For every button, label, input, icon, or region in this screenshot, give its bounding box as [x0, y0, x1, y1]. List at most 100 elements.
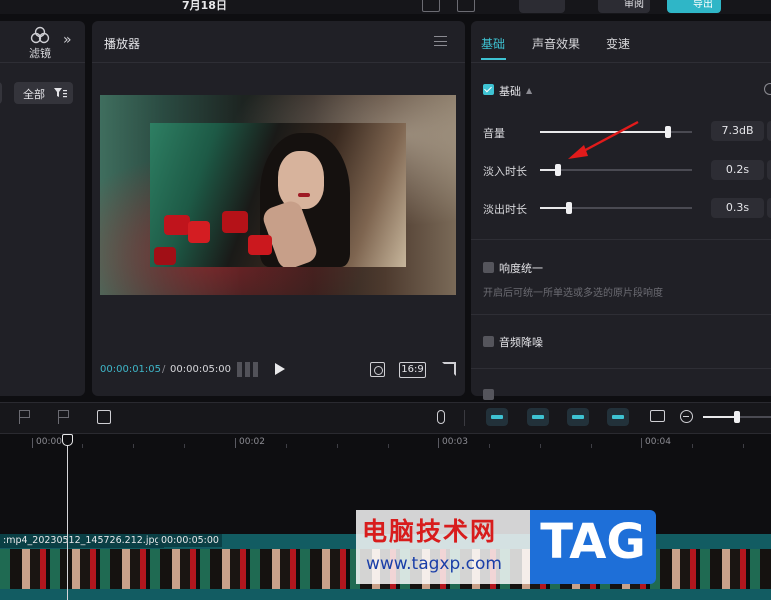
review-button[interactable]: 审阅	[598, 0, 650, 13]
ruler-minor-tick	[82, 444, 83, 448]
fade-out-slider[interactable]	[540, 202, 692, 214]
category-pill[interactable]	[0, 82, 2, 104]
flag-icon[interactable]	[19, 410, 33, 424]
waveform-icon[interactable]	[237, 362, 259, 377]
ruler-tick	[235, 438, 236, 448]
expand-icon[interactable]: »	[63, 32, 72, 48]
zoom-slider[interactable]	[703, 411, 771, 423]
fade-out-stepper[interactable]	[767, 198, 771, 218]
fade-out-slider-knob[interactable]	[565, 202, 572, 214]
media-panel	[0, 21, 85, 396]
aspect-ratio-button[interactable]: 16:9	[399, 362, 426, 378]
volume-label: 音量	[483, 127, 505, 140]
zoom-slider-knob[interactable]	[734, 411, 740, 423]
linkage-button[interactable]	[567, 408, 589, 426]
ruler-tick	[641, 438, 642, 448]
shortcut-icon[interactable]	[422, 0, 440, 12]
fade-in-value-field[interactable]: 0.2s	[711, 160, 764, 180]
video-content	[188, 221, 210, 243]
clip-duration: 00:00:05:00	[158, 534, 222, 547]
vip-button[interactable]	[519, 0, 565, 13]
video-content	[222, 211, 248, 233]
fade-in-stepper[interactable]	[767, 160, 771, 180]
export-button[interactable]: 导出	[667, 0, 721, 13]
ruler-tick	[438, 438, 439, 448]
divider	[471, 368, 771, 369]
fade-in-slider[interactable]	[540, 164, 692, 176]
funnel-icon	[54, 88, 67, 98]
layout-icon[interactable]	[457, 0, 475, 12]
ruler-minor-tick	[743, 444, 744, 448]
freeze-frame-icon[interactable]	[97, 410, 111, 424]
watermark-title: 电脑技术网	[362, 517, 498, 546]
ruler-label: 00:02	[239, 437, 265, 447]
playhead-handle[interactable]	[62, 434, 73, 446]
volume-stepper[interactable]	[767, 121, 771, 141]
basic-section-label: 基础	[499, 85, 521, 98]
flag-icon[interactable]	[58, 410, 72, 424]
linkage-icon	[572, 415, 584, 419]
watermark-logo: TAG	[530, 510, 656, 584]
ruler-minor-tick	[489, 444, 490, 448]
tab-speed[interactable]: 变速	[606, 35, 630, 52]
filter-all-button[interactable]: 全部	[14, 82, 73, 104]
export-label: 导出	[693, 0, 713, 10]
zoom-out-icon[interactable]	[680, 410, 693, 423]
ruler-tick	[32, 438, 33, 448]
ruler-label: 00:03	[442, 437, 468, 447]
ruler-minor-tick	[388, 444, 389, 448]
divider	[471, 239, 771, 240]
watermark: 电脑技术网 www.tagxp.com TAG	[356, 510, 656, 584]
fade-in-slider-knob[interactable]	[555, 164, 562, 176]
split-icon	[612, 415, 624, 419]
review-label: 审阅	[624, 0, 644, 10]
collapse-caret-icon[interactable]: ▲	[526, 86, 532, 95]
filters-icon	[30, 26, 50, 44]
video-content	[278, 151, 324, 209]
volume-value-field[interactable]: 7.3dB	[711, 121, 764, 141]
ruler-minor-tick	[337, 444, 338, 448]
channel-checkbox[interactable]	[483, 389, 494, 400]
tab-basic[interactable]: 基础	[481, 35, 505, 52]
snap-button[interactable]	[527, 408, 549, 426]
microphone-icon[interactable]	[437, 410, 445, 424]
playhead[interactable]	[67, 440, 68, 600]
video-content	[154, 247, 176, 265]
video-content	[164, 215, 190, 235]
clip-name: :mp4_20230512_145726.212.jpg	[0, 534, 164, 548]
reset-icon[interactable]	[764, 83, 771, 95]
video-content	[298, 193, 310, 197]
split-button[interactable]	[607, 408, 629, 426]
ruler-minor-tick	[591, 444, 592, 448]
fade-in-label: 淡入时长	[483, 165, 527, 178]
tab-indicator	[481, 58, 506, 60]
divider	[0, 62, 85, 63]
link-icon	[491, 415, 503, 419]
fit-view-icon[interactable]	[370, 362, 385, 377]
basic-checkbox[interactable]	[483, 84, 494, 95]
menu-icon[interactable]	[434, 36, 447, 46]
preview-axis-icon[interactable]	[650, 410, 665, 422]
fade-out-value-field[interactable]: 0.3s	[711, 198, 764, 218]
loudness-checkbox[interactable]	[483, 262, 494, 273]
watermark-panel: 电脑技术网 www.tagxp.com	[356, 510, 530, 584]
volume-slider-knob[interactable]	[664, 126, 671, 138]
ruler-minor-tick	[692, 444, 693, 448]
watermark-tag: TAG	[540, 514, 646, 570]
ruler-label: 00:04	[645, 437, 671, 447]
ruler-minor-tick	[133, 444, 134, 448]
video-preview[interactable]	[150, 123, 406, 267]
play-icon[interactable]	[275, 363, 285, 375]
ruler-minor-tick	[540, 444, 541, 448]
tab-sound-effects[interactable]: 声音效果	[532, 35, 580, 52]
project-date: 7月18日	[182, 0, 227, 12]
filters-tab[interactable]: 滤镜	[27, 26, 53, 61]
ruler-minor-tick	[286, 444, 287, 448]
fullscreen-icon[interactable]	[442, 362, 456, 376]
video-content	[248, 235, 272, 255]
loudness-hint: 开启后可统一所单选或多选的原片段响度	[483, 288, 663, 299]
link-button[interactable]	[486, 408, 508, 426]
divider	[471, 62, 771, 63]
ruler-label: 00:00	[36, 437, 62, 447]
denoise-checkbox[interactable]	[483, 336, 494, 347]
